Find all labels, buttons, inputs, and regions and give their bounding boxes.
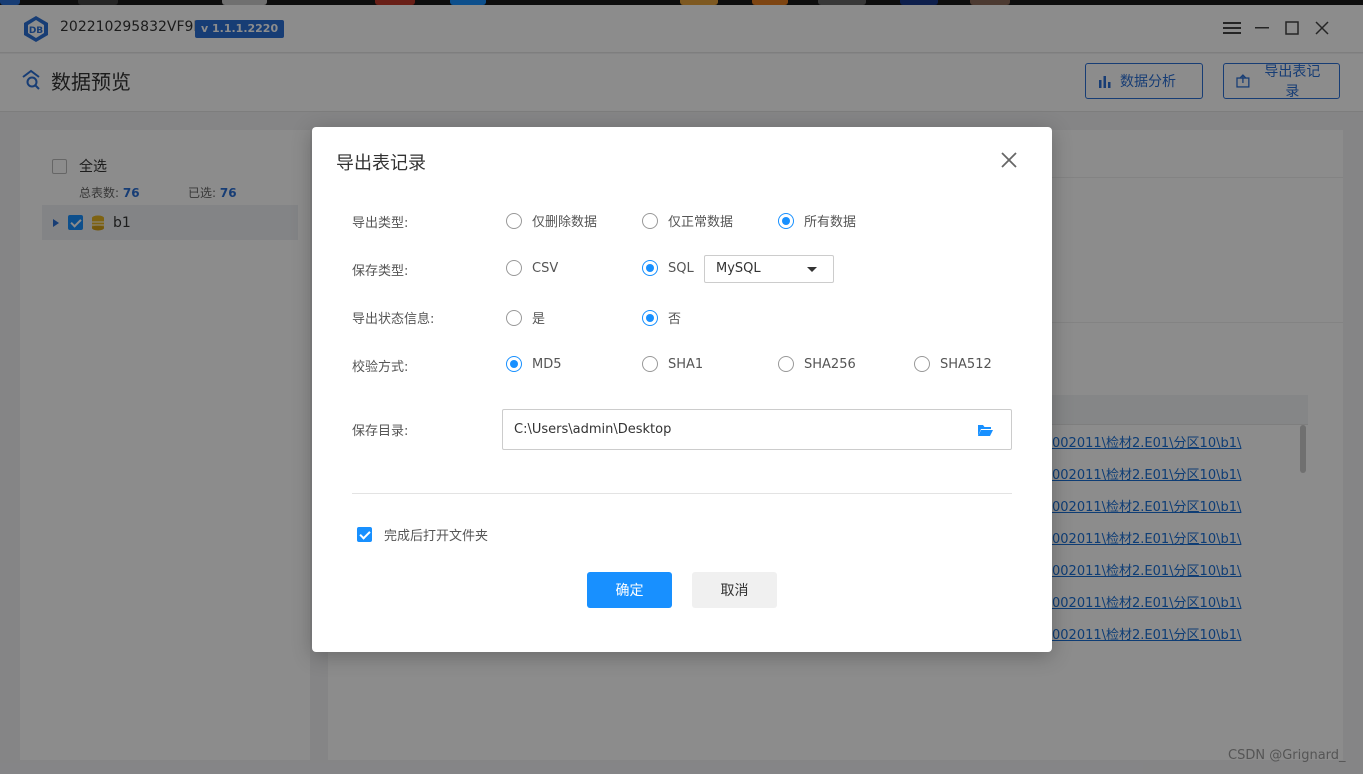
radio-circle[interactable]	[642, 212, 658, 229]
open-folder-label: 完成后打开文件夹	[384, 529, 489, 544]
open-folder-checkbox[interactable]	[357, 527, 372, 542]
export-status-label: 导出状态信息:	[352, 312, 435, 327]
radio-label: 否	[668, 312, 682, 327]
radio-circle[interactable]	[778, 356, 794, 372]
radio-label: SHA1	[668, 356, 704, 372]
radio-circle[interactable]	[642, 309, 658, 326]
save-dir-value: C:\Users\admin\Desktop	[514, 422, 672, 437]
radio-sql[interactable]: SQL	[642, 260, 694, 276]
radio-circle[interactable]	[506, 260, 522, 276]
open-folder-option[interactable]: 完成后打开文件夹	[357, 525, 488, 544]
radio-md5[interactable]: MD5	[506, 356, 562, 372]
radio-circle[interactable]	[778, 212, 794, 229]
cancel-button[interactable]: 取消	[692, 572, 777, 608]
radio-sha256[interactable]: SHA256	[778, 356, 856, 372]
radio-label: SHA256	[804, 356, 856, 372]
export-type-label: 导出类型:	[352, 216, 409, 231]
dialog-title: 导出表记录	[336, 153, 426, 174]
radio-label: 仅正常数据	[668, 215, 734, 230]
watermark: CSDN @Grignard_	[1228, 748, 1346, 763]
radio-sha512[interactable]: SHA512	[914, 356, 992, 372]
radio-status-no[interactable]: 否	[642, 308, 681, 327]
radio-all-data[interactable]: 所有数据	[778, 211, 856, 230]
dialog-close-icon[interactable]	[998, 149, 1020, 171]
sql-dialect-value: MySQL	[716, 261, 761, 276]
radio-label: 所有数据	[804, 215, 857, 230]
sql-dialect-select[interactable]: MySQL	[704, 255, 834, 283]
radio-label: SHA512	[940, 356, 992, 372]
radio-circle[interactable]	[642, 356, 658, 372]
radio-sha1[interactable]: SHA1	[642, 356, 703, 372]
caret-down-icon	[807, 267, 817, 272]
radio-label: 是	[532, 312, 546, 327]
radio-label: MD5	[532, 356, 562, 372]
radio-label: SQL	[668, 260, 694, 276]
radio-normal-only[interactable]: 仅正常数据	[642, 211, 733, 230]
export-records-dialog: 导出表记录 导出类型: 仅删除数据 仅正常数据 所有数据 保存类型: CSV S…	[312, 127, 1052, 652]
radio-circle[interactable]	[506, 309, 522, 326]
save-type-label: 保存类型:	[352, 264, 409, 279]
radio-circle[interactable]	[506, 212, 522, 229]
confirm-button[interactable]: 确定	[587, 572, 672, 608]
save-dir-input[interactable]: C:\Users\admin\Desktop	[502, 409, 1012, 450]
folder-open-icon[interactable]	[977, 423, 993, 437]
dialog-divider	[352, 493, 1012, 494]
radio-deleted-only[interactable]: 仅删除数据	[506, 211, 597, 230]
radio-status-yes[interactable]: 是	[506, 308, 545, 327]
radio-label: CSV	[532, 260, 559, 276]
radio-csv[interactable]: CSV	[506, 260, 558, 276]
radio-circle[interactable]	[506, 356, 522, 372]
checksum-label: 校验方式:	[352, 360, 409, 375]
radio-label: 仅删除数据	[532, 215, 598, 230]
save-dir-label: 保存目录:	[352, 424, 409, 439]
radio-circle[interactable]	[914, 356, 930, 372]
radio-circle[interactable]	[642, 260, 658, 276]
